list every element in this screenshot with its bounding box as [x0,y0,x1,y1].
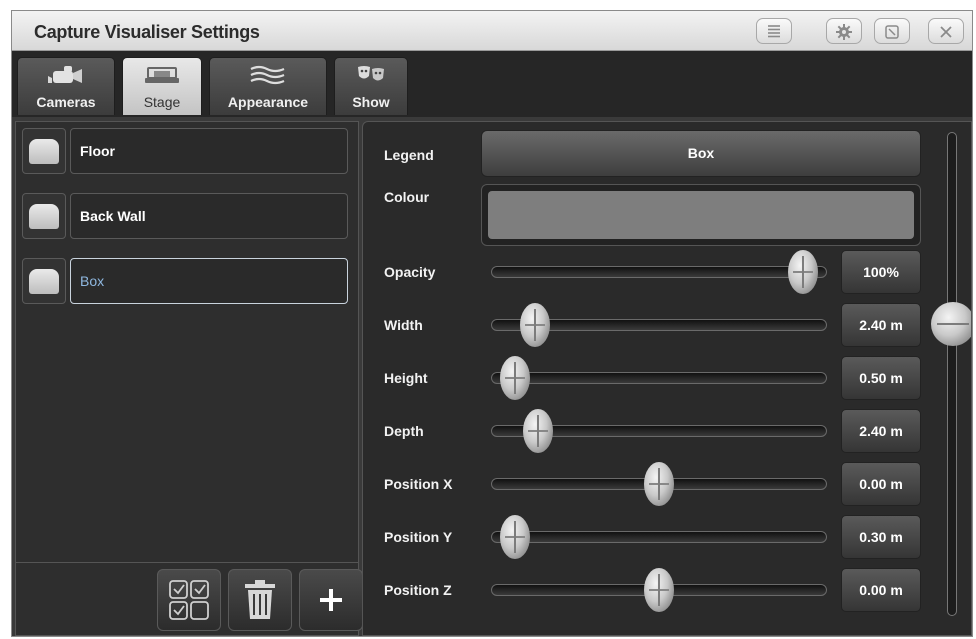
list-footer [16,562,363,636]
menu-button[interactable] [756,18,792,44]
slider-value[interactable]: 0.00 m [841,462,921,506]
list-item-floor[interactable]: Floor [22,128,352,174]
slider-handle[interactable] [788,250,819,294]
tab-bar: Cameras Stage Appearance Show [12,51,972,117]
slider-handle[interactable] [523,409,554,453]
slider-label: Width [384,317,423,333]
box-icon [22,128,66,174]
masks-icon [358,66,384,81]
camera-icon [48,66,82,83]
properties-panel: Legend Box Colour Opacity 100% Width 2.40 m… [362,121,972,636]
tab-appearance[interactable]: Appearance [209,57,327,115]
tab-stage-label: Stage [143,94,181,110]
slider-label: Height [384,370,428,386]
trash-icon [245,580,275,619]
stage-items-panel: Floor Back Wall Box [15,121,363,636]
tab-cameras-label: Cameras [36,94,96,110]
slider-label: Position X [384,476,453,492]
gear-icon [836,24,852,40]
colour-label: Colour [384,189,430,205]
slider-track[interactable] [491,372,827,384]
slider-track[interactable] [491,266,827,278]
list-item-label: Box [70,258,348,304]
window-title: Capture Visualiser Settings [34,22,260,42]
slider-label: Position Z [384,582,452,598]
slider-handle[interactable] [644,568,674,612]
slider-track[interactable] [491,531,827,543]
slider-label: Depth [384,423,424,439]
stage-icon [145,67,179,83]
settings-window: Capture Visualiser Settings Cameras Stag… [11,10,973,637]
plus-icon [320,589,342,611]
resize-button[interactable] [874,18,910,44]
box-icon [22,258,66,304]
list-item-box[interactable]: Box [22,258,352,304]
colour-picker[interactable] [481,184,921,246]
slider-handle[interactable] [644,462,674,506]
resize-icon [885,25,899,39]
slider-value[interactable]: 100% [841,250,921,294]
title-bar[interactable]: Capture Visualiser Settings [12,11,972,51]
tab-show[interactable]: Show [334,57,408,115]
legend-field[interactable]: Box [481,130,921,177]
tab-appearance-label: Appearance [227,94,309,110]
colour-swatch [488,191,914,239]
select-all-button[interactable] [157,569,221,631]
tab-cameras[interactable]: Cameras [17,57,115,115]
settings-button[interactable] [826,18,862,44]
vertical-scrollbar[interactable] [947,132,957,616]
list-item-label: Back Wall [70,193,348,239]
waves-icon [250,65,285,85]
slider-handle[interactable] [499,515,530,559]
slider-value[interactable]: 2.40 m [841,409,921,453]
slider-value[interactable]: 0.30 m [841,515,921,559]
slider-handle[interactable] [499,356,530,400]
slider-handle[interactable] [519,303,550,347]
list-item-label: Floor [70,128,348,174]
slider-label: Opacity [384,264,436,280]
slider-value[interactable]: 2.40 m [841,303,921,347]
tab-stage[interactable]: Stage [122,57,202,115]
slider-value[interactable]: 0.00 m [841,568,921,612]
box-icon [22,193,66,239]
add-button[interactable] [299,569,363,631]
slider-value[interactable]: 0.50 m [841,356,921,400]
legend-label: Legend [384,147,434,163]
scrollbar-thumb[interactable] [931,302,971,346]
menu-icon [768,25,780,38]
slider-label: Position Y [384,529,453,545]
select-all-icon [169,580,209,620]
tab-show-label: Show [352,94,390,110]
delete-button[interactable] [228,569,292,631]
close-button[interactable] [928,18,964,44]
list-item-back-wall[interactable]: Back Wall [22,193,352,239]
close-icon [940,26,952,38]
